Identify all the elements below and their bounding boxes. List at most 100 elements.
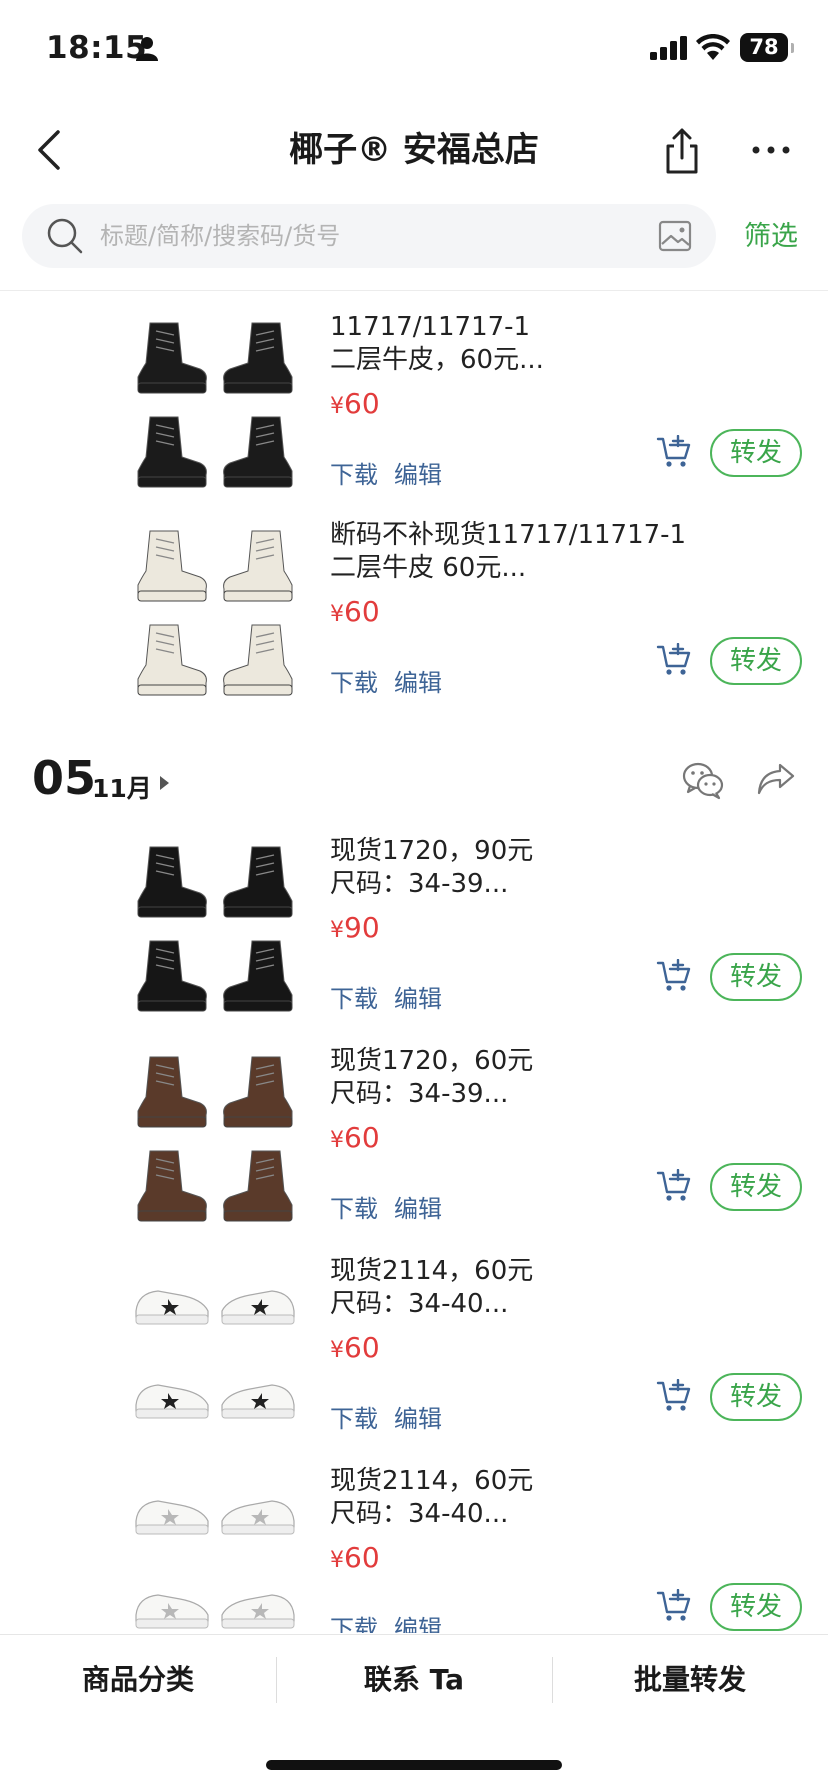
product-price: ¥60 <box>330 1121 380 1154</box>
currency-symbol: ¥ <box>330 1338 344 1363</box>
product-card[interactable]: 现货1720，60元 尺码：34-39... ¥60 下载 编辑 转发 <box>0 1043 828 1233</box>
currency-symbol: ¥ <box>330 1128 344 1153</box>
currency-symbol: ¥ <box>330 394 344 419</box>
more-icon[interactable] <box>748 118 794 182</box>
product-title-line1: 11717/11717-1 <box>330 312 531 342</box>
product-thumbnail[interactable] <box>128 613 214 703</box>
edit-link[interactable]: 编辑 <box>394 669 442 697</box>
cart-add-icon[interactable] <box>656 959 692 993</box>
image-search-icon[interactable] <box>658 220 692 252</box>
download-link[interactable]: 下载 <box>330 669 378 697</box>
download-link[interactable]: 下载 <box>330 985 378 1013</box>
forward-button[interactable]: 转发 <box>710 637 802 685</box>
product-thumbnail[interactable] <box>128 929 214 1019</box>
product-thumbnail[interactable] <box>216 613 302 703</box>
product-thumbnail[interactable] <box>216 405 302 495</box>
product-thumbnail[interactable] <box>128 1559 214 1633</box>
product-title: 现货1720，90元 尺码：34-39... <box>330 835 770 901</box>
product-thumbnail[interactable] <box>216 311 302 401</box>
share-arrow-icon[interactable] <box>756 761 796 797</box>
search-box[interactable] <box>22 204 716 268</box>
product-title: 现货2114，60元 尺码：34-40... <box>330 1465 770 1531</box>
product-thumbnail[interactable] <box>216 929 302 1019</box>
product-thumbnail[interactable] <box>128 1349 214 1439</box>
currency-symbol: ¥ <box>330 602 344 627</box>
product-title-line1: 现货1720，60元 <box>330 1046 534 1076</box>
forward-button[interactable]: 转发 <box>710 1583 802 1631</box>
tab-batch-forward[interactable]: 批量转发 <box>552 1635 828 1725</box>
cart-add-icon[interactable] <box>656 643 692 677</box>
edit-link[interactable]: 编辑 <box>394 1615 442 1633</box>
product-thumbnail[interactable] <box>216 1045 302 1135</box>
product-thumbnail[interactable] <box>128 1139 214 1229</box>
product-thumbnail[interactable] <box>216 519 302 609</box>
cart-add-icon[interactable] <box>656 435 692 469</box>
product-thumbnail-grid[interactable] <box>128 1463 304 1633</box>
search-icon <box>47 218 83 254</box>
product-thumbnail-grid[interactable] <box>128 309 304 499</box>
product-thumbnail-grid[interactable] <box>128 1253 304 1443</box>
cart-add-icon[interactable] <box>656 1589 692 1623</box>
download-link[interactable]: 下载 <box>330 1195 378 1223</box>
product-title-line2: 二层牛皮 60元... <box>330 553 527 583</box>
product-links: 下载 编辑 <box>330 455 458 490</box>
product-thumbnail-grid[interactable] <box>128 1043 304 1233</box>
date-group-header: 05 11月 <box>0 747 828 817</box>
filter-button[interactable]: 筛选 <box>744 214 798 253</box>
product-thumbnail[interactable] <box>128 311 214 401</box>
cart-add-icon[interactable] <box>656 1169 692 1203</box>
product-price: ¥60 <box>330 387 380 420</box>
product-links: 下载 编辑 <box>330 1399 458 1434</box>
product-feed[interactable]: 11717/11717-1 二层牛皮，60元... ¥60 下载 编辑 转发 断码… <box>0 291 828 1633</box>
forward-button[interactable]: 转发 <box>710 1163 802 1211</box>
product-card[interactable]: 11717/11717-1 二层牛皮，60元... ¥60 下载 编辑 转发 <box>0 309 828 499</box>
wechat-icon[interactable] <box>682 761 724 801</box>
product-thumbnail[interactable] <box>128 405 214 495</box>
product-thumbnail[interactable] <box>216 835 302 925</box>
forward-button[interactable]: 转发 <box>710 1373 802 1421</box>
product-title: 现货2114，60元 尺码：34-40... <box>330 1255 770 1321</box>
currency-symbol: ¥ <box>330 1548 344 1573</box>
product-thumbnail[interactable] <box>128 1045 214 1135</box>
product-thumbnail[interactable] <box>128 1255 214 1345</box>
product-thumbnail-grid[interactable] <box>128 833 304 1023</box>
share-icon[interactable] <box>660 118 704 182</box>
product-thumbnail[interactable] <box>128 519 214 609</box>
product-title-line2: 尺码：34-39... <box>330 1079 509 1109</box>
download-link[interactable]: 下载 <box>330 461 378 489</box>
search-input[interactable] <box>100 204 660 268</box>
product-card[interactable]: 现货1720，90元 尺码：34-39... ¥90 下载 编辑 转发 <box>0 833 828 1023</box>
product-card[interactable]: 断码不补现货11717/11717-1 二层牛皮 60元... ¥60 下载 编辑… <box>0 517 828 707</box>
product-thumbnail[interactable] <box>216 1559 302 1633</box>
product-thumbnail[interactable] <box>128 1465 214 1555</box>
product-thumbnail[interactable] <box>216 1255 302 1345</box>
forward-button[interactable]: 转发 <box>710 953 802 1001</box>
product-thumbnail[interactable] <box>216 1349 302 1439</box>
tab-categories[interactable]: 商品分类 <box>0 1635 276 1725</box>
product-thumbnail[interactable] <box>216 1139 302 1229</box>
download-link[interactable]: 下载 <box>330 1615 378 1633</box>
edit-link[interactable]: 编辑 <box>394 1405 442 1433</box>
edit-link[interactable]: 编辑 <box>394 461 442 489</box>
edit-link[interactable]: 编辑 <box>394 985 442 1013</box>
forward-button[interactable]: 转发 <box>710 429 802 477</box>
product-thumbnail-grid[interactable] <box>128 517 304 707</box>
product-title-line1: 现货1720，90元 <box>330 836 534 866</box>
product-card[interactable]: 现货2114，60元 尺码：34-40... ¥60 下载 编辑 转发 <box>0 1253 828 1443</box>
product-thumbnail[interactable] <box>216 1465 302 1555</box>
status-bar: 18:15 78 <box>0 0 828 100</box>
product-thumbnail[interactable] <box>128 835 214 925</box>
tab-contact[interactable]: 联系 Ta <box>276 1635 552 1725</box>
nav-bar: 椰子® 安福总店 <box>0 100 828 200</box>
date-day: 05 <box>32 751 97 805</box>
download-link[interactable]: 下载 <box>330 1405 378 1433</box>
product-card[interactable]: 现货2114，60元 尺码：34-40... ¥60 下载 编辑 转发 <box>0 1463 828 1633</box>
caret-right-icon[interactable] <box>158 775 170 791</box>
cart-add-icon[interactable] <box>656 1379 692 1413</box>
date-month: 11月 <box>92 774 152 803</box>
home-indicator <box>266 1760 562 1770</box>
product-title-line1: 现货2114，60元 <box>330 1466 534 1496</box>
edit-link[interactable]: 编辑 <box>394 1195 442 1223</box>
bottom-tab-bar: 商品分类 联系 Ta 批量转发 <box>0 1634 828 1724</box>
product-price: ¥60 <box>330 595 380 628</box>
